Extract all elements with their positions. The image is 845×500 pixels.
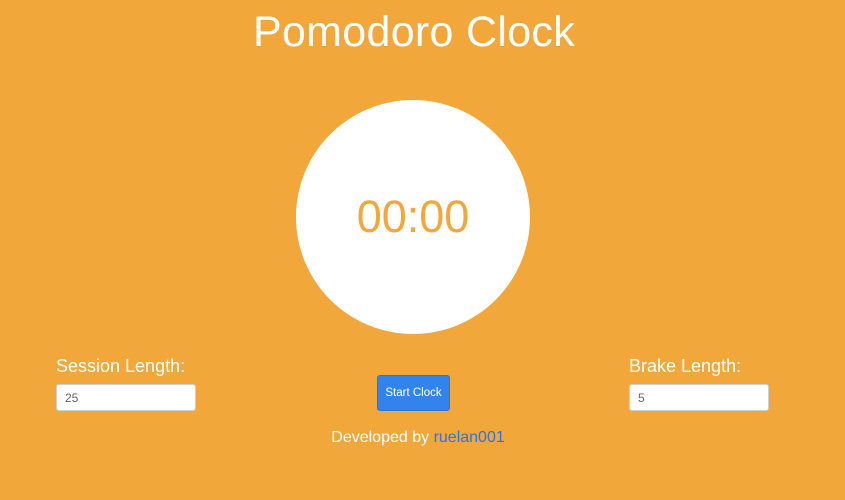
author-link[interactable]: ruelan001 <box>434 429 505 446</box>
brake-length-input[interactable] <box>629 384 769 411</box>
session-length-label: Session Length: <box>56 356 186 376</box>
start-clock-button[interactable]: Start Clock <box>377 375 450 411</box>
page-title: Pomodoro Clock <box>252 8 576 56</box>
footer-credit: Developed by ruelan001 <box>0 428 836 448</box>
clock-time-display: 00:00 <box>356 190 470 242</box>
footer-text: Developed by <box>331 429 434 446</box>
brake-length-label: Brake Length: <box>629 356 742 376</box>
clock-face: 00:00 <box>296 100 530 334</box>
session-length-input[interactable] <box>56 384 196 411</box>
